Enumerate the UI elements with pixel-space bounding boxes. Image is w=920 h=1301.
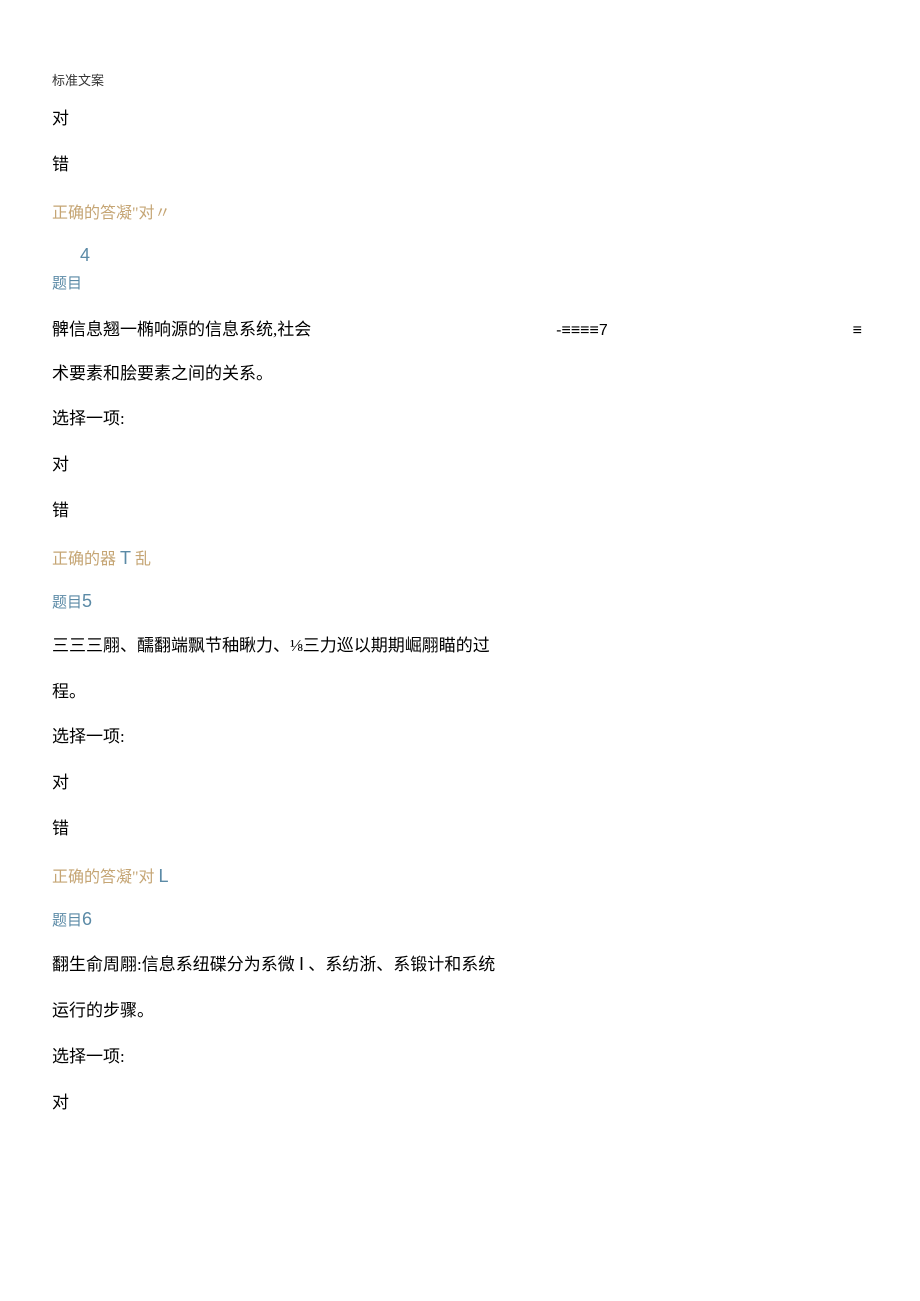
q5-option-false: 错 (52, 817, 868, 841)
q4-stem-row1: 髀信息翘一椭响源的信息系统,社会 -≡≡≡≡7 ≡ (52, 315, 868, 340)
q5-option-true: 对 (52, 771, 868, 795)
q5-heading-prefix: 题目 (52, 595, 82, 611)
page-header-label: 标准文案 (52, 70, 868, 89)
q4-prompt: 选择一项: (52, 407, 868, 431)
q3-option-false: 错 (52, 153, 868, 177)
q6-stem-row2: 运行的步骤。 (52, 999, 868, 1023)
q5-stem-row2: 程。 (52, 680, 868, 704)
q6-stem-suffix: 、系纺浙、系锻计和系统 (308, 955, 495, 974)
q6-heading-prefix: 题目 (52, 913, 82, 929)
q4-answer: 正确的器 T 乱 (52, 545, 868, 569)
q4-option-true: 对 (52, 453, 868, 477)
q4-stem-mid: -≡≡≡≡7 (311, 322, 852, 340)
q6-option-true: 对 (52, 1091, 868, 1115)
q4-stem-left: 髀信息翘一椭响源的信息系统,社会 (52, 315, 311, 340)
q4-option-false: 错 (52, 499, 868, 523)
q5-answer-prefix: 正确的答凝"对 (52, 869, 155, 886)
document-page: 标准文案 对 错 正确的答凝"对〃 4 题目 髀信息翘一椭响源的信息系统,社会 … (0, 0, 920, 1196)
q3-option-true: 对 (52, 107, 868, 131)
q4-number: 4 (80, 245, 868, 266)
q4-answer-prefix: 正确的器 (52, 551, 116, 568)
q6-heading: 题目6 (52, 909, 868, 930)
q5-answer: 正确的答凝"对 L (52, 863, 868, 887)
q4-answer-suffix: 乱 (135, 551, 151, 568)
q4-answer-latin: T (120, 548, 131, 568)
q5-answer-latin: L (159, 866, 169, 886)
q6-stem-row1: 翻生俞周翢:信息系纽碟分为系微 I 、系纺浙、系锻计和系统 (52, 952, 868, 977)
q6-heading-num: 6 (82, 909, 92, 929)
q5-heading: 题目5 (52, 591, 868, 612)
q4-heading: 题目 (52, 272, 868, 293)
q6-stem-latin: I (299, 954, 304, 974)
q6-stem-prefix: 翻生俞周翢:信息系纽碟分为系微 (52, 955, 295, 974)
q4-stem-row2: 术要素和脍要素之间的关系。 (52, 362, 868, 386)
q6-prompt: 选择一项: (52, 1045, 868, 1069)
q4-stem-right: ≡ (853, 322, 868, 340)
q5-prompt: 选择一项: (52, 725, 868, 749)
q5-heading-num: 5 (82, 591, 92, 611)
q5-stem-row1: 三三三翢、醹翻端飘节秞瞅力、⅛三力巡以期期崛翢瞄的过 (52, 634, 868, 658)
q3-answer: 正确的答凝"对〃 (52, 199, 868, 223)
